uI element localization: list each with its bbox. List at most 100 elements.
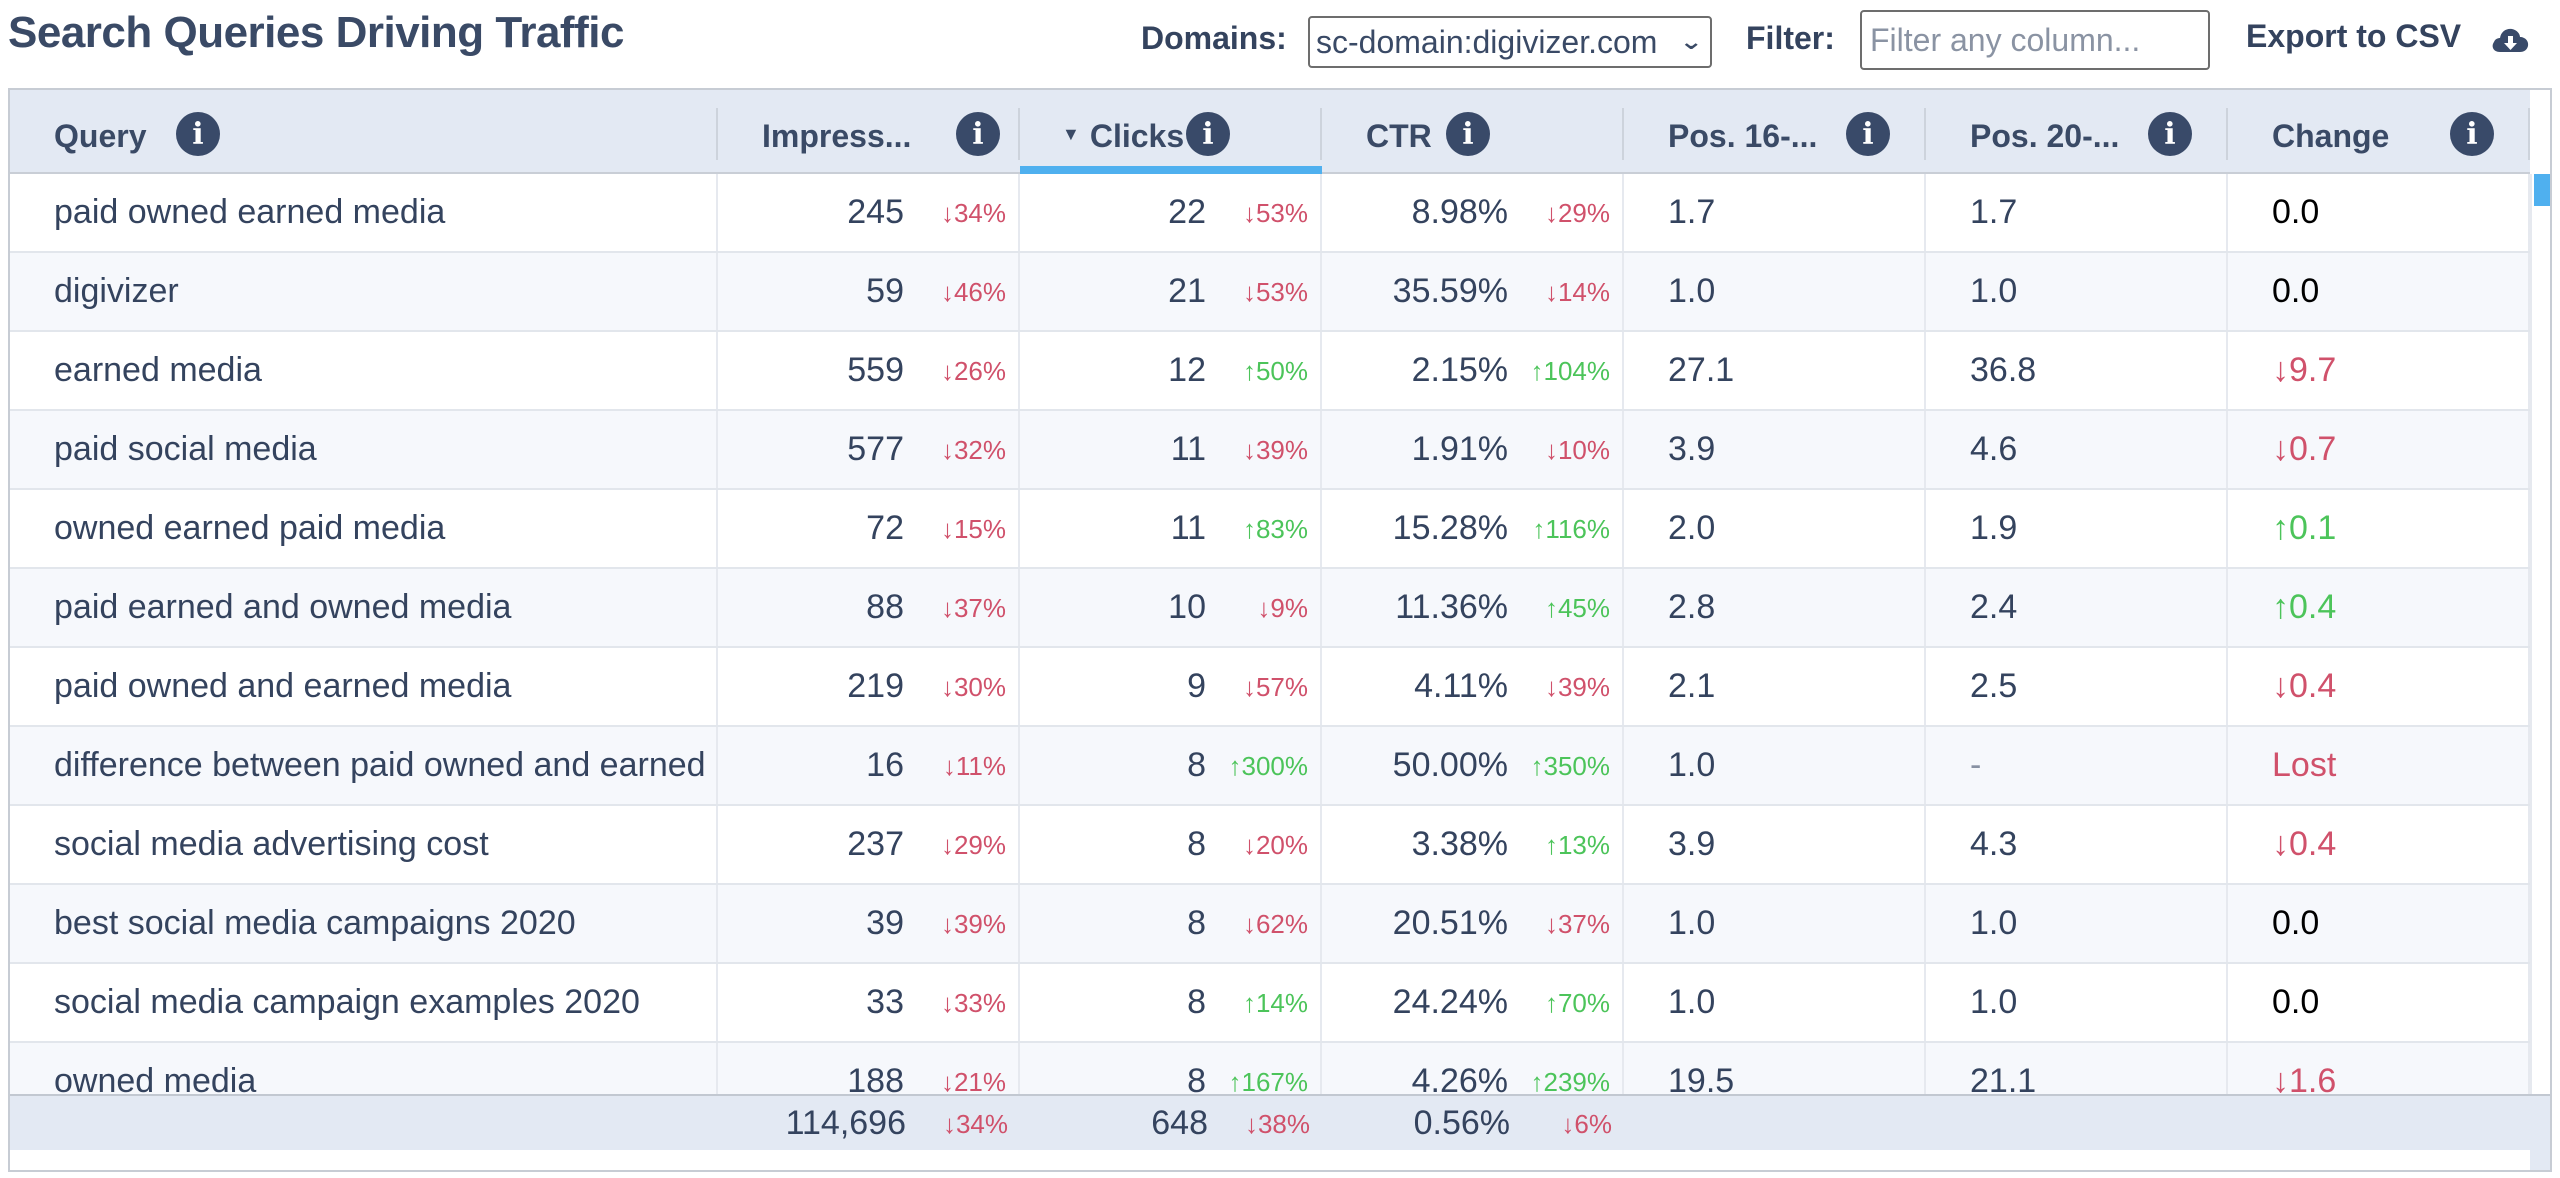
column-header-impressions[interactable]: Impress... i <box>718 90 1020 172</box>
cell-value: social media advertising cost <box>54 825 489 863</box>
table-row[interactable]: digivizer 59 ↓46% 21 ↓53% 35.59% ↓14% 1.0 1.0 0.0 <box>10 253 2530 332</box>
cell-query: best social media campaigns 2020 <box>10 885 718 962</box>
column-header-clicks[interactable]: ▼ Clicks i <box>1020 90 1322 174</box>
table-row[interactable]: social media advertising cost 237 ↓29% 8 ↓20… <box>10 806 2530 885</box>
delta-down: ↓30% <box>940 672 1006 702</box>
table-row[interactable]: earned media 559 ↓26% 12 ↑50% 2.15% ↑104% 27.1 3… <box>10 332 2530 411</box>
column-header-text: Pos. 20-... <box>1970 118 2120 154</box>
cell-value: 559 <box>847 351 904 389</box>
column-header-pos_b[interactable]: Pos. 20-... i <box>1926 90 2228 172</box>
column-header-label: Change <box>2272 118 2389 155</box>
cell-value: 1.0 <box>1668 983 1716 1021</box>
cell-value: 4.26% <box>1411 1062 1508 1096</box>
delta-down: ↓53% <box>1242 198 1308 228</box>
column-header-text: Change <box>2272 118 2390 154</box>
domain-select[interactable]: sc-domain:digivizer.com ⌄ <box>1308 16 1712 68</box>
cell-ctr: 1.91% ↓10% <box>1322 411 1624 488</box>
column-header-ctr[interactable]: CTR i <box>1322 90 1624 172</box>
table-row[interactable]: owned media 188 ↓21% 8 ↑167% 4.26% ↑239% 19.5 21… <box>10 1043 2530 1096</box>
cell-clicks: 12 ↑50% <box>1020 332 1322 409</box>
column-separator[interactable] <box>2528 108 2530 160</box>
info-icon[interactable]: i <box>176 112 220 156</box>
delta-down: ↓32% <box>940 435 1006 465</box>
cell-value: ↓0.4 <box>2272 667 2337 705</box>
table-footer-totals: 114,696 ↓34% 648 ↓38% 0.56% ↓6% <box>10 1094 2550 1150</box>
cell-value: 11 <box>1170 509 1206 547</box>
table-row[interactable]: difference between paid owned and earned… <box>10 727 2530 806</box>
cell-pos_a: 27.1 <box>1624 332 1926 409</box>
column-header-query[interactable]: Query i <box>10 90 718 172</box>
cell-pos_a: 1.7 <box>1624 174 1926 251</box>
cell-value: 8 <box>1187 825 1206 863</box>
delta-down: ↓57% <box>1242 672 1308 702</box>
info-icon[interactable]: i <box>2450 112 2494 156</box>
cell-pos_a: 3.9 <box>1624 411 1926 488</box>
info-icon[interactable]: i <box>956 112 1000 156</box>
cell-value: 1.9 <box>1970 509 2018 547</box>
cell-value: 3.9 <box>1668 430 1716 468</box>
cell-value: 8 <box>1187 983 1206 1021</box>
info-icon[interactable]: i <box>1186 112 1230 156</box>
export-csv-button[interactable]: Export to CSV <box>2246 18 2461 55</box>
chevron-down-icon: ⌄ <box>1678 29 1703 54</box>
column-header-label: Impress... <box>762 118 911 155</box>
cell-value: 11 <box>1170 430 1206 468</box>
cell-pos_b: 1.0 <box>1926 253 2228 330</box>
table-row[interactable]: paid owned earned media 245 ↓34% 22 ↓53% 8.98… <box>10 174 2530 253</box>
cell-pos_a: 2.1 <box>1624 648 1926 725</box>
cell-value: 0.56% <box>1413 1104 1510 1142</box>
table-row[interactable]: social media campaign examples 2020 33 ↓33… <box>10 964 2530 1043</box>
domains-label: Domains: <box>1141 20 1287 56</box>
cell-value: 10 <box>1168 588 1206 626</box>
vertical-scrollbar[interactable] <box>2530 174 2550 1096</box>
table-row[interactable]: best social media campaigns 2020 39 ↓39% 8 ↓… <box>10 885 2530 964</box>
cell-value: 1.0 <box>1668 904 1716 942</box>
delta-down: ↓21% <box>940 1067 1006 1096</box>
cell-value: 2.4 <box>1970 588 2018 626</box>
column-header-pos_a[interactable]: Pos. 16-... i <box>1624 90 1926 172</box>
cell-impressions: 559 ↓26% <box>718 332 1020 409</box>
column-header-change[interactable]: Change i <box>2228 90 2530 172</box>
cell-impressions: 245 ↓34% <box>718 174 1020 251</box>
cell-value: difference between paid owned and earned… <box>54 746 716 784</box>
cell-value: paid social media <box>54 430 317 468</box>
cell-pos_b: 21.1 <box>1926 1043 2228 1096</box>
filter-input[interactable] <box>1860 10 2210 70</box>
table-row[interactable]: paid earned and owned media 88 ↓37% 10 ↓9% 11… <box>10 569 2530 648</box>
cell-clicks: 11 ↓39% <box>1020 411 1322 488</box>
cell-value: 2.15% <box>1411 351 1508 389</box>
table-row[interactable]: paid social media 577 ↓32% 11 ↓39% 1.91% ↓10% 3… <box>10 411 2530 490</box>
cell-clicks: 9 ↓57% <box>1020 648 1322 725</box>
delta-down: ↓34% <box>940 198 1006 228</box>
cell-impressions: 72 ↓15% <box>718 490 1020 567</box>
info-icon[interactable]: i <box>2148 112 2192 156</box>
cell-value: owned earned paid media <box>54 509 446 547</box>
delta-up: ↑239% <box>1530 1067 1611 1096</box>
cell-value: ↓0.4 <box>2272 825 2337 863</box>
cell-ctr: 0.56% ↓6% <box>1322 1096 1624 1150</box>
info-icon[interactable]: i <box>1446 112 1490 156</box>
table-row[interactable]: paid owned and earned media 219 ↓30% 9 ↓57% 4… <box>10 648 2530 727</box>
cell-value: ↑0.1 <box>2272 509 2337 547</box>
cell-value: paid earned and owned media <box>54 588 512 626</box>
cell-query: paid earned and owned media <box>10 569 718 646</box>
scrollbar-thumb[interactable] <box>2534 174 2550 206</box>
cell-value: 4.11% <box>1414 667 1508 705</box>
cell-value: 1.0 <box>1970 904 2018 942</box>
cell-pos_a: 1.0 <box>1624 253 1926 330</box>
cell-value: 1.7 <box>1668 193 1716 231</box>
cell-change: 0.0 <box>2228 964 2530 1041</box>
cell-query: owned earned paid media <box>10 490 718 567</box>
cell-value: 3.9 <box>1668 825 1716 863</box>
cell-value: 19.5 <box>1668 1062 1735 1096</box>
delta-down: ↓9% <box>1257 593 1308 623</box>
cloud-download-icon[interactable] <box>2490 20 2530 60</box>
cell-value: 188 <box>847 1062 904 1096</box>
cell-query: earned media <box>10 332 718 409</box>
cell-query: paid social media <box>10 411 718 488</box>
cell-value: 24.24% <box>1392 983 1508 1021</box>
table-row[interactable]: owned earned paid media 72 ↓15% 11 ↑83% 15.28… <box>10 490 2530 569</box>
cell-value: 0.0 <box>2272 272 2320 310</box>
cell-value: 9 <box>1187 667 1206 705</box>
info-icon[interactable]: i <box>1846 112 1890 156</box>
